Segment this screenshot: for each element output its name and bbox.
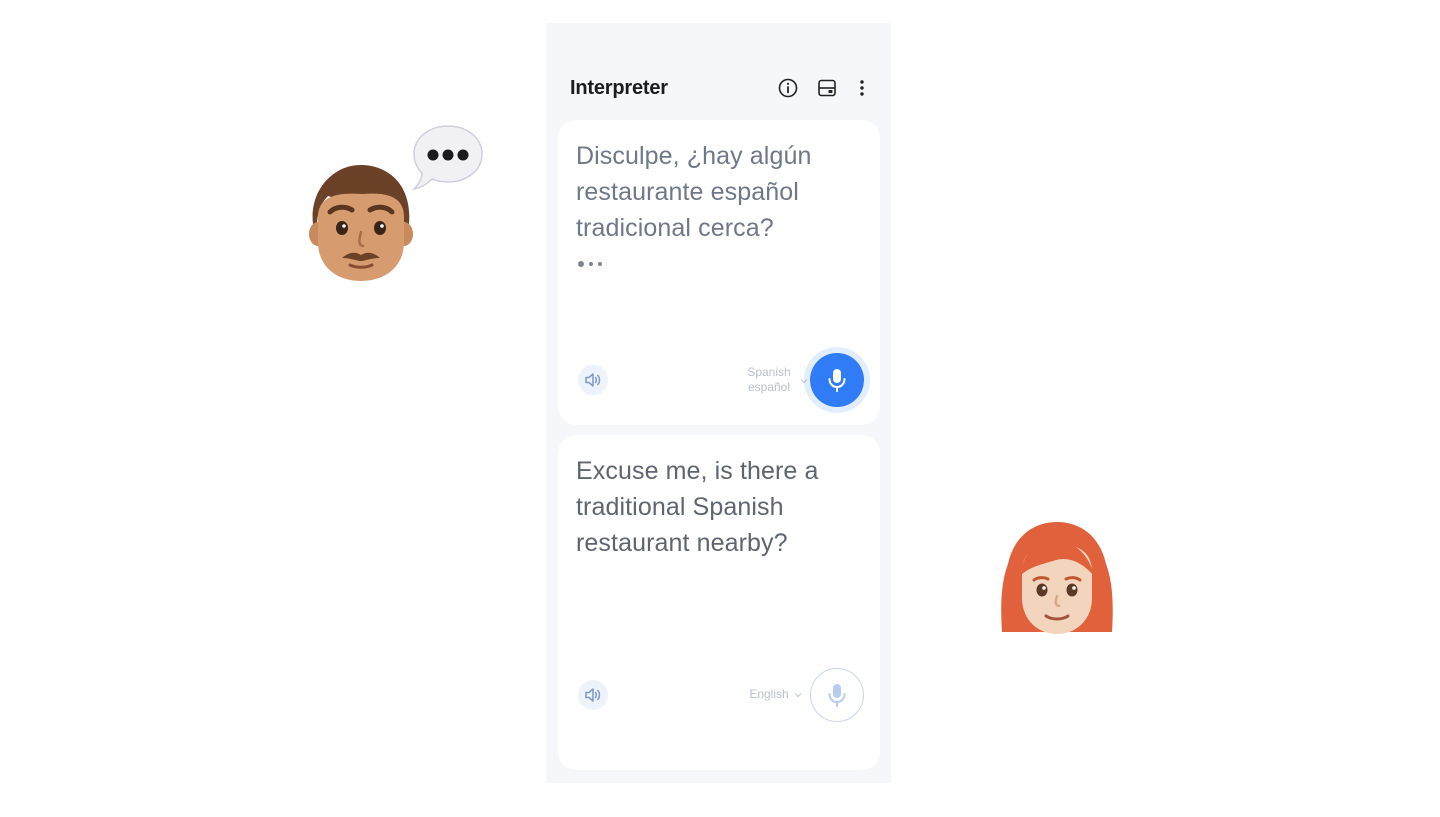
man-speaker-emoji [309, 164, 413, 281]
source-language-selector[interactable]: Spanish español [734, 365, 808, 397]
target-language-name: English [749, 687, 789, 701]
microphone-icon [828, 684, 846, 707]
interpreter-screen: Interpreter Disculpe, ¿hay algún restaur… [546, 23, 891, 783]
target-translation: Excuse me, is there a traditional Spanis… [576, 457, 819, 557]
source-language-native: español [747, 380, 791, 394]
source-transcript: Disculpe, ¿hay algún restaurante español… [576, 142, 812, 242]
target-mic-button[interactable] [810, 668, 864, 722]
source-language-name: Spanish [747, 365, 791, 379]
source-mic-button[interactable] [810, 353, 864, 407]
typing-indicator [578, 261, 614, 269]
speaker-icon [585, 688, 601, 702]
more-vertical-icon[interactable] [851, 77, 873, 99]
info-icon[interactable] [777, 77, 799, 99]
source-panel: Disculpe, ¿hay algún restaurante español… [558, 120, 880, 425]
target-language-selector[interactable]: English [740, 687, 802, 703]
chevron-down-icon [794, 693, 802, 698]
target-speaker-button[interactable] [578, 680, 608, 710]
page-title: Interpreter [570, 77, 668, 99]
woman-listener-emoji [1001, 522, 1113, 634]
speaker-icon [585, 373, 601, 387]
app-header: Interpreter [546, 75, 891, 105]
source-speaker-button[interactable] [578, 365, 608, 395]
speech-bubble-icon [412, 125, 483, 191]
target-panel: Excuse me, is there a traditional Spanis… [558, 435, 880, 770]
chevron-down-icon [800, 379, 808, 384]
microphone-icon [828, 369, 846, 392]
split-view-icon[interactable] [816, 77, 838, 99]
